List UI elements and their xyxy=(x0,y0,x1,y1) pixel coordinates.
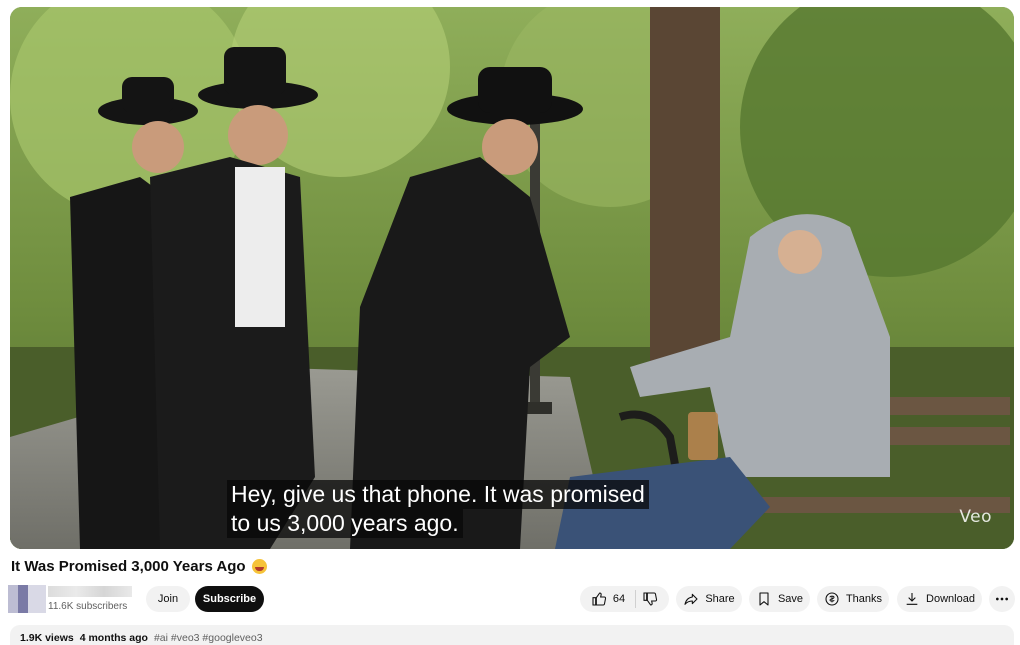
video-frame xyxy=(10,7,1014,549)
download-label: Download xyxy=(926,593,975,605)
thanks-button[interactable]: Thanks xyxy=(817,586,889,612)
subscribe-button[interactable]: Subscribe xyxy=(195,586,264,612)
share-icon xyxy=(684,593,698,605)
channel-and-actions: 11.6K subscribers Join Subscribe 64 Shar… xyxy=(8,585,1015,615)
more-icon xyxy=(996,597,1008,601)
dislike-icon xyxy=(643,592,658,606)
subscribe-label: Subscribe xyxy=(202,593,257,605)
like-dislike-group: 64 xyxy=(580,586,669,612)
subtitle-line-2: to us 3,000 years ago. xyxy=(227,509,463,538)
hashtags[interactable]: #ai #veo3 #googleveo3 xyxy=(154,632,263,644)
subtitle-line-1: Hey, give us that phone. It was promised xyxy=(227,480,649,509)
channel-name-blurred[interactable] xyxy=(48,586,132,597)
video-title-row: It Was Promised 3,000 Years Ago xyxy=(11,558,267,575)
save-icon xyxy=(759,592,769,606)
view-count: 1.9K views xyxy=(20,632,74,644)
description-box[interactable]: 1.9K views 4 months ago #ai #veo3 #googlev… xyxy=(10,625,1014,645)
like-button[interactable]: 64 xyxy=(591,590,637,608)
join-label: Join xyxy=(157,593,179,605)
download-button[interactable]: Download xyxy=(897,586,982,612)
subscriber-count: 11.6K subscribers xyxy=(48,601,128,612)
veo-watermark: Veo xyxy=(959,507,992,527)
subtitles: Hey, give us that phone. It was promised… xyxy=(227,480,649,538)
dislike-button[interactable] xyxy=(642,591,658,607)
share-button[interactable]: Share xyxy=(676,586,742,612)
save-button[interactable]: Save xyxy=(749,586,810,612)
save-label: Save xyxy=(777,593,804,605)
upload-age: 4 months ago xyxy=(79,632,148,644)
channel-avatar[interactable] xyxy=(8,585,46,613)
download-icon xyxy=(906,593,918,605)
thanks-label: Thanks xyxy=(845,593,883,605)
laughing-emoji-icon xyxy=(251,559,267,574)
like-count: 64 xyxy=(612,593,626,605)
like-icon xyxy=(592,592,606,606)
join-button[interactable]: Join xyxy=(146,586,190,612)
video-player[interactable]: Hey, give us that phone. It was promised… xyxy=(10,7,1014,549)
more-actions-button[interactable] xyxy=(989,586,1015,612)
video-title: It Was Promised 3,000 Years Ago xyxy=(11,558,246,575)
share-label: Share xyxy=(705,593,735,605)
thanks-icon xyxy=(825,592,839,606)
